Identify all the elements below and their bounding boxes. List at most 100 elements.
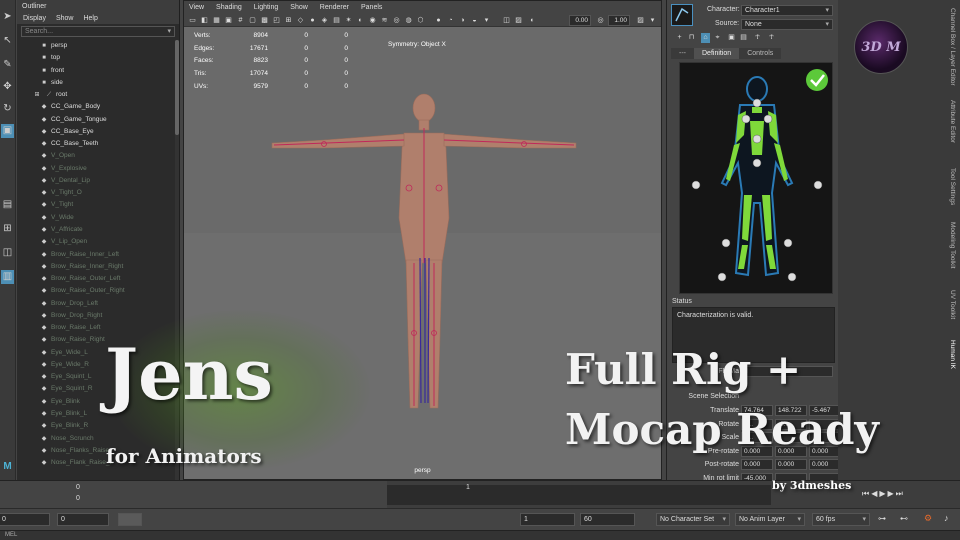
tab-definition[interactable]: Definition [694, 48, 740, 59]
go-to-start-icon[interactable]: ⏮ [862, 489, 871, 498]
side-tab-attribute-editor[interactable]: Attribute Editor [942, 100, 956, 143]
scale-icon[interactable]: ▣ [1, 124, 14, 138]
color-management-icon[interactable]: ▨ [636, 16, 645, 25]
wireframe-icon[interactable]: ◇ [296, 16, 305, 25]
scrollbar-thumb[interactable] [175, 40, 179, 135]
gate-mask-icon[interactable]: ◰ [272, 16, 281, 25]
expand-icon[interactable]: ⊞ [32, 89, 42, 101]
grid-icon[interactable]: # [236, 16, 245, 25]
outliner-item[interactable]: ◆ CC_Base_Teeth [17, 138, 173, 150]
outliner-item[interactable]: ◆ CC_Game_Body [17, 101, 173, 113]
audio-icon[interactable]: ♪ [944, 513, 949, 523]
gamma-field[interactable]: 1.00 [608, 15, 630, 26]
lights-icon[interactable]: ✶ [344, 16, 353, 25]
gamma-toggle-icon[interactable]: ◎ [596, 16, 605, 25]
outliner-item[interactable]: ⊞ ⟋ root [17, 89, 173, 101]
vp-menu-renderer[interactable]: Renderer [320, 1, 349, 14]
anim-layer-select[interactable]: No Anim Layer ▾ [735, 513, 805, 526]
move-icon[interactable]: ✥ [1, 80, 14, 94]
figure-icon[interactable]: ☥ [753, 33, 762, 43]
backface-icon[interactable]: ◒ [470, 16, 479, 25]
character-select[interactable]: Character1 ▾ [741, 5, 833, 16]
playback-end-frame[interactable]: 60 [580, 513, 635, 526]
character-set-select[interactable]: No Character Set ▾ [656, 513, 730, 526]
xray-active-icon[interactable]: ◑ [458, 16, 467, 25]
tab-collapse[interactable]: --- [671, 48, 694, 59]
camera-icon[interactable]: ▭ [188, 16, 197, 25]
range-slider-handle[interactable] [118, 513, 142, 526]
command-line[interactable]: MEL [0, 530, 960, 540]
lock-icon[interactable]: ⊓ [687, 33, 696, 43]
outliner-item[interactable]: ◆ Brow_Drop_Right [17, 310, 173, 322]
vp-menu-lighting[interactable]: Lighting [254, 1, 279, 14]
outliner-item[interactable]: ◆ CC_Base_Eye [17, 126, 173, 138]
characterization-figure[interactable] [680, 63, 834, 295]
add-icon[interactable]: + [675, 33, 684, 43]
layout-single-icon[interactable]: ▤ [1, 198, 14, 212]
play-icon[interactable]: ▶ [879, 489, 887, 498]
hud-icon[interactable]: ◐ [528, 16, 537, 25]
scene-start-field[interactable]: 0 [0, 513, 50, 526]
vp-menu-panels[interactable]: Panels [361, 1, 382, 14]
outliner-item[interactable]: ◆ V_Tight_O [17, 187, 173, 199]
outliner-item[interactable]: ◆ Brow_Raise_Inner_Left [17, 249, 173, 261]
side-tab-channel-box[interactable]: Channel Box / Layer Editor [942, 8, 956, 86]
attr-field[interactable]: 0.000 [775, 459, 807, 471]
antialias-icon[interactable]: ◎ [392, 16, 401, 25]
exposure-icon[interactable]: ◫ [502, 16, 511, 25]
side-tab-uv-toolkit[interactable]: UV Toolkit [942, 290, 956, 319]
bookmark-icon[interactable]: ▦ [212, 16, 221, 25]
film-gate-icon[interactable]: ▢ [248, 16, 257, 25]
textured-icon[interactable]: ▤ [332, 16, 341, 25]
smooth-shade-icon[interactable]: ● [308, 16, 317, 25]
chevron-down-icon[interactable]: ▾ [167, 27, 171, 36]
side-tab-human-ik[interactable]: Human IK [942, 340, 956, 369]
attr-field[interactable]: 0.000 [741, 459, 773, 471]
outliner-item[interactable]: ◆ V_Affricate [17, 224, 173, 236]
command-line-language[interactable]: MEL [5, 532, 17, 538]
motion-blur-icon[interactable]: ≋ [380, 16, 389, 25]
key-icon[interactable]: ⊷ [900, 514, 908, 523]
exposure-field[interactable]: 0.00 [569, 15, 591, 26]
go-to-end-icon[interactable]: ⏭ [896, 489, 905, 498]
color-space-icon[interactable]: ▾ [482, 16, 491, 25]
load-icon[interactable]: ▤ [739, 33, 748, 43]
skeleton-icon[interactable]: ⌂ [701, 33, 710, 43]
outliner-item[interactable]: ◆ Brow_Raise_Outer_Left [17, 273, 173, 285]
wireframe-on-shaded-icon[interactable]: ◈ [320, 16, 329, 25]
gamma-icon[interactable]: ▨ [514, 16, 523, 25]
vp-menu-show[interactable]: Show [290, 1, 308, 14]
camera-attr-icon[interactable]: ◧ [200, 16, 209, 25]
ambient-occlusion-icon[interactable]: ◉ [368, 16, 377, 25]
vp-menu-shading[interactable]: Shading [216, 1, 242, 14]
shadows-icon[interactable]: ◐ [356, 16, 365, 25]
layout-side-icon[interactable]: ◫ [1, 246, 14, 260]
outliner-item[interactable]: ■ top [17, 52, 173, 64]
grid-toggle-icon[interactable]: ⊞ [284, 16, 293, 25]
outliner-menu-show[interactable]: Show [56, 13, 74, 24]
lasso-icon[interactable]: ↖ [1, 34, 14, 48]
outliner-item[interactable]: ◆ CC_Game_Tongue [17, 114, 173, 126]
outliner-item[interactable]: ◆ V_Open [17, 150, 173, 162]
skeleton-settings-icon[interactable]: ⌖ [713, 33, 722, 43]
select-arrow-icon[interactable]: ➤ [1, 10, 14, 24]
layout-outliner-icon[interactable]: ▥ [1, 270, 14, 284]
paint-icon[interactable]: ✎ [1, 58, 14, 72]
xray-icon[interactable]: ● [434, 16, 443, 25]
source-select[interactable]: None ▾ [741, 19, 833, 30]
step-forward-icon[interactable]: ▶ [888, 489, 896, 498]
viewport-menu-icon[interactable]: ▾ [648, 16, 657, 25]
depth-of-field-icon[interactable]: ◍ [404, 16, 413, 25]
isolate-select-icon[interactable]: ⬡ [416, 16, 425, 25]
outliner-search-input[interactable]: Search... ▾ [21, 26, 175, 37]
outliner-item[interactable]: ◆ V_Wide [17, 212, 173, 224]
rotate-icon[interactable]: ↻ [1, 102, 14, 116]
outliner-menu-display[interactable]: Display [23, 13, 46, 24]
layout-four-icon[interactable]: ⊞ [1, 222, 14, 236]
outliner-item[interactable]: ■ side [17, 77, 173, 89]
attr-field[interactable]: 0.000 [809, 459, 841, 471]
tab-controls[interactable]: Controls [739, 48, 782, 59]
image-plane-icon[interactable]: ▣ [224, 16, 233, 25]
outliner-item[interactable]: ◆ Brow_Raise_Outer_Right [17, 285, 173, 297]
auto-key-icon[interactable]: ⊶ [878, 514, 886, 523]
